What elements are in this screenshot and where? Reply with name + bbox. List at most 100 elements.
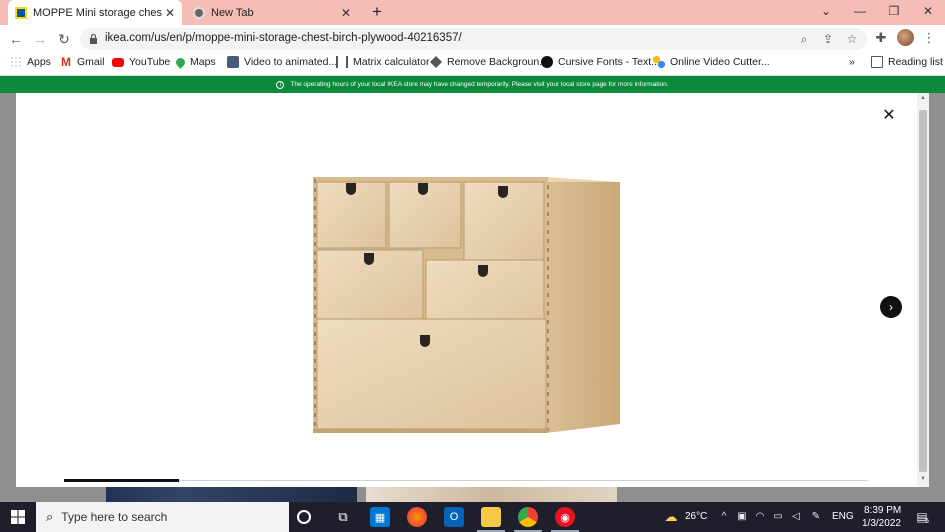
gallery-progress-track — [64, 480, 868, 481]
start-button[interactable] — [0, 502, 36, 532]
battery-icon[interactable]: ▭ — [772, 511, 784, 523]
bookmark-youtube[interactable]: YouTube — [112, 56, 170, 68]
product-thumbnail[interactable] — [106, 487, 357, 502]
restore-icon[interactable]: ❐ — [884, 4, 904, 18]
close-tab-icon[interactable]: ✕ — [338, 6, 354, 20]
lock-icon — [90, 33, 97, 44]
bookmark-video-cutter[interactable]: Online Video Cutter... — [653, 56, 770, 68]
chrome-favicon-icon — [193, 6, 205, 19]
product-thumbnail[interactable] — [366, 487, 617, 502]
bookmark-label: Maps — [190, 56, 216, 68]
bookmark-gmail[interactable]: M Gmail — [60, 56, 104, 68]
tab-new-tab[interactable]: New Tab ✕ — [186, 0, 358, 25]
ikea-favicon-icon — [15, 6, 27, 19]
reading-list-label: Reading list — [888, 56, 943, 68]
tab-title: New Tab — [211, 6, 254, 19]
reading-list-button[interactable]: Reading list — [871, 56, 943, 68]
weather-icon[interactable]: ☁ — [663, 510, 679, 523]
minimize-icon[interactable]: — — [850, 4, 870, 18]
microsoft-store-icon[interactable]: ▦ — [370, 507, 390, 527]
product-image — [313, 177, 620, 433]
bookmark-label: Cursive Fonts - Text... — [558, 56, 660, 68]
wifi-icon[interactable]: ◠ — [754, 511, 766, 523]
maps-icon — [174, 55, 187, 69]
windows-logo-icon — [11, 510, 25, 524]
bookmark-label: Online Video Cutter... — [670, 56, 770, 68]
reading-list-icon — [871, 56, 883, 68]
chevron-double-right-icon: » — [849, 56, 855, 68]
chrome-icon[interactable] — [518, 507, 538, 527]
apps-grid-icon — [10, 56, 22, 68]
weather-temperature[interactable]: 26°C — [685, 511, 707, 522]
banner-text: The operating hours of your local IKEA s… — [290, 81, 669, 88]
extensions-icon[interactable]: ✚ — [872, 29, 890, 47]
store-hours-banner: i The operating hours of your local IKEA… — [0, 76, 945, 93]
address-bar[interactable]: ikea.com/us/en/p/moppe-mini-storage-ches… — [80, 28, 867, 50]
bookmarks-bar: Apps M Gmail YouTube Maps Video to anima… — [0, 52, 945, 76]
bookmark-label: Apps — [27, 56, 51, 68]
profile-avatar[interactable] — [897, 29, 914, 46]
image-gallery-modal — [16, 93, 917, 487]
notification-count: 5 — [925, 518, 929, 525]
url-text: ikea.com/us/en/p/moppe-mini-storage-ches… — [105, 32, 462, 44]
bookmark-apps[interactable]: Apps — [10, 56, 51, 68]
input-language[interactable]: ENG — [832, 511, 854, 522]
search-icon: ⌕ — [46, 509, 54, 524]
taskbar-search[interactable]: ⌕ Type here to search — [36, 502, 289, 532]
search-placeholder: Type here to search — [61, 510, 168, 524]
close-tab-icon[interactable]: ✕ — [162, 6, 178, 20]
browser-toolbar: ← → ↻ ikea.com/us/en/p/moppe-mini-storag… — [0, 25, 945, 52]
video-icon — [227, 56, 239, 68]
file-explorer-icon[interactable] — [481, 507, 501, 527]
bookmark-remove-bg[interactable]: Remove Backgroun... — [430, 56, 548, 68]
close-window-icon[interactable]: ✕ — [918, 4, 938, 18]
info-icon: i — [276, 80, 285, 89]
remove-bg-icon — [430, 56, 442, 68]
pen-icon[interactable]: ✎ — [810, 511, 822, 523]
more-bookmarks-button[interactable]: » — [849, 56, 855, 68]
bookmark-label: Matrix calculator — [353, 56, 430, 68]
video-cutter-icon — [653, 56, 665, 68]
outlook-icon[interactable]: O — [444, 507, 464, 527]
tab-title: MOPPE Mini storage chest, birch — [33, 6, 162, 19]
gmail-icon: M — [61, 55, 71, 69]
tab-moppe[interactable]: MOPPE Mini storage chest, birch ✕ — [8, 0, 182, 25]
gallery-progress-indicator — [64, 479, 179, 482]
scroll-down-arrow-icon[interactable]: ▼ — [919, 476, 927, 486]
bookmark-star-icon[interactable]: ☆ — [844, 31, 860, 47]
bookmark-label: Remove Backgroun... — [447, 56, 548, 68]
clock-time[interactable]: 8:39 PM — [864, 505, 901, 516]
scroll-up-arrow-icon[interactable]: ▲ — [919, 95, 927, 105]
task-view-icon[interactable]: ⧉ — [333, 507, 353, 527]
new-tab-button[interactable]: + — [368, 3, 386, 21]
menu-kebab-icon[interactable]: ⋮ — [920, 29, 938, 47]
recording-app-icon[interactable]: ◉ — [555, 507, 575, 527]
clock-date[interactable]: 1/3/2022 — [862, 518, 901, 529]
zoom-icon[interactable]: ⌕ — [796, 31, 812, 47]
bookmark-video-animated[interactable]: Video to animated... — [227, 56, 337, 68]
tab-strip: MOPPE Mini storage chest, birch ✕ New Ta… — [0, 0, 945, 25]
tab-search-icon[interactable]: ⌄ — [816, 4, 836, 18]
cortana-icon[interactable] — [297, 510, 311, 524]
youtube-icon — [112, 57, 124, 67]
forward-icon[interactable]: → — [31, 30, 49, 48]
bookmark-label: YouTube — [129, 56, 171, 68]
bookmark-cursive[interactable]: Cursive Fonts - Text... — [541, 56, 660, 68]
close-gallery-button[interactable]: ✕ — [878, 105, 900, 127]
bookmark-label: Gmail — [77, 56, 105, 68]
firefox-icon[interactable] — [407, 507, 427, 527]
cursive-icon — [541, 56, 553, 68]
share-icon[interactable]: ⇪ — [820, 31, 836, 47]
chevron-up-icon[interactable]: ^ — [718, 511, 730, 523]
windows-taskbar: ⌕ Type here to search ⧉ ▦ O ◉ ☁ 26°C ^ ▣… — [0, 502, 945, 532]
bookmark-maps[interactable]: Maps — [174, 55, 216, 69]
back-icon[interactable]: ← — [7, 30, 25, 48]
matrix-icon — [336, 56, 348, 68]
scroll-thumb[interactable] — [919, 110, 927, 472]
volume-icon[interactable]: ◁ — [790, 511, 802, 523]
next-image-button[interactable]: › — [880, 296, 902, 318]
reload-icon[interactable]: ↻ — [55, 30, 73, 48]
bookmark-label: Video to animated... — [244, 56, 338, 68]
bookmark-matrix[interactable]: Matrix calculator — [336, 56, 429, 68]
meet-now-icon[interactable]: ▣ — [736, 511, 748, 523]
